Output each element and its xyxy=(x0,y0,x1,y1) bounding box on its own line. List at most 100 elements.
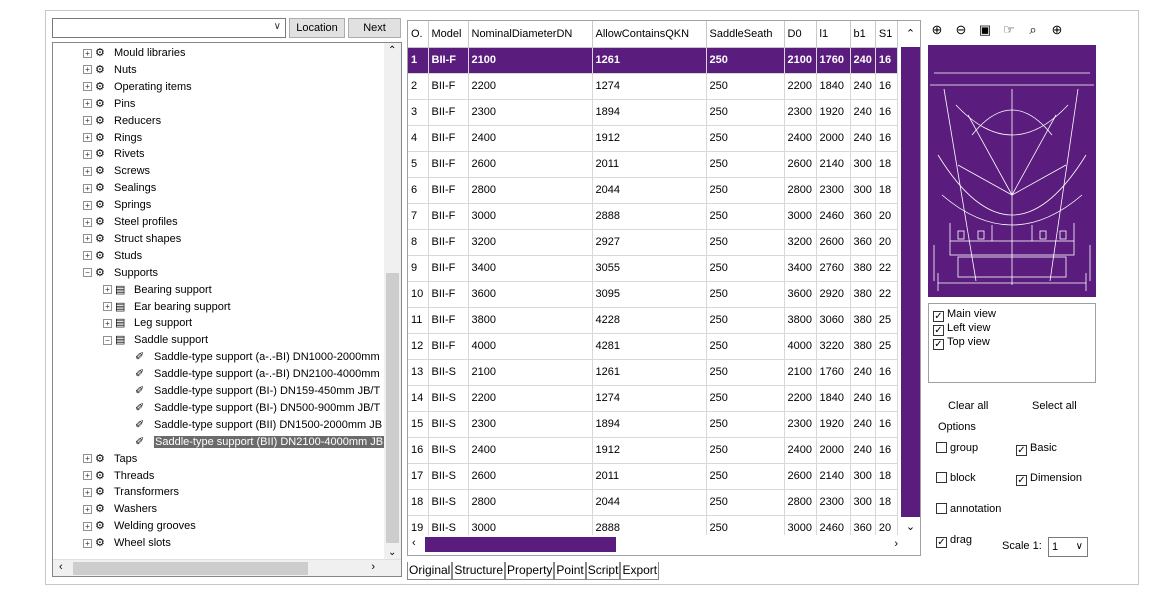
checkbox-icon[interactable]: ✓ xyxy=(933,311,944,322)
table-cell[interactable]: 2100 xyxy=(468,47,593,74)
table-cell[interactable]: 2 xyxy=(408,73,429,100)
table-cell[interactable]: 2011 xyxy=(592,463,707,490)
table-cell[interactable]: 11 xyxy=(408,307,429,334)
table-cell[interactable]: BII-F xyxy=(428,47,469,74)
chevron-down-icon[interactable]: ∨ xyxy=(1076,538,1083,556)
table-cell[interactable]: 20 xyxy=(875,229,898,256)
table-row[interactable]: 1 BII-F 2100 1261 250 2100 1760 240 16 xyxy=(408,47,898,74)
expand-icon[interactable]: + xyxy=(83,116,92,126)
table-cell[interactable]: 250 xyxy=(706,411,785,438)
table-cell[interactable]: 250 xyxy=(706,151,785,178)
scroll-up-icon[interactable]: ⌃ xyxy=(901,21,920,47)
table-cell[interactable]: 300 xyxy=(850,177,876,204)
table-cell[interactable]: 1274 xyxy=(592,385,707,412)
table-row[interactable]: 17 BII-S 2600 2011 250 2600 2140 300 18 xyxy=(408,463,898,490)
tree-item[interactable]: − ⚙ Supports xyxy=(83,265,158,281)
table-cell[interactable]: 3400 xyxy=(784,255,817,282)
table-cell[interactable]: 2927 xyxy=(592,229,707,256)
tree-item[interactable]: ✐ Saddle-type support (BII) DN1500-2000mm… xyxy=(123,417,382,433)
table-cell[interactable]: 2300 xyxy=(816,489,851,516)
table-row[interactable]: 13 BII-S 2100 1261 250 2100 1760 240 16 xyxy=(408,359,898,386)
table-cell[interactable]: 16 xyxy=(408,437,429,464)
expand-icon[interactable]: + xyxy=(83,487,92,497)
parameter-grid[interactable]: O. Model NominalDiameterDN AllowContainsQKN… xyxy=(407,20,921,556)
table-cell[interactable]: 16 xyxy=(875,99,898,126)
table-cell[interactable]: 250 xyxy=(706,125,785,152)
table-cell[interactable]: 250 xyxy=(706,307,785,334)
expand-icon[interactable]: + xyxy=(83,234,92,244)
tree-item[interactable]: + ⚙ Springs xyxy=(83,197,151,213)
tree-item[interactable]: + ⚙ Taps xyxy=(83,451,137,467)
table-cell[interactable]: 2800 xyxy=(468,489,593,516)
table-cell[interactable]: 240 xyxy=(850,47,876,74)
table-cell[interactable]: 2600 xyxy=(816,229,851,256)
table-cell[interactable]: 1261 xyxy=(592,359,707,386)
table-cell[interactable]: BII-S xyxy=(428,463,469,490)
table-cell[interactable]: 5 xyxy=(408,151,429,178)
table-cell[interactable]: 1840 xyxy=(816,385,851,412)
table-cell[interactable]: 3000 xyxy=(784,203,817,230)
scroll-down-icon[interactable]: ⌄ xyxy=(901,517,920,537)
table-cell[interactable]: 300 xyxy=(850,489,876,516)
table-row[interactable]: 2 BII-F 2200 1274 250 2200 1840 240 16 xyxy=(408,73,898,100)
library-tree[interactable]: + ⚙ Mould libraries + ⚙ Nuts + ⚙ Operating items… xyxy=(52,42,402,577)
table-cell[interactable]: 3800 xyxy=(784,307,817,334)
annotation-checkbox[interactable]: annotation xyxy=(936,503,1001,516)
table-cell[interactable]: 2044 xyxy=(592,489,707,516)
expand-icon[interactable]: + xyxy=(83,504,92,514)
table-cell[interactable]: 300 xyxy=(850,463,876,490)
table-cell[interactable]: 2888 xyxy=(592,203,707,230)
expand-icon[interactable]: + xyxy=(83,99,92,109)
table-cell[interactable]: 2400 xyxy=(468,437,593,464)
tree-item[interactable]: + ⚙ Steel profiles xyxy=(83,214,178,230)
table-cell[interactable]: 1760 xyxy=(816,47,851,74)
expand-icon[interactable]: + xyxy=(83,251,92,261)
tab-structure[interactable]: Structure xyxy=(452,562,506,580)
checkbox-icon[interactable]: ✓ xyxy=(1016,475,1027,486)
tree-item[interactable]: + ⚙ Mould libraries xyxy=(83,45,186,61)
table-cell[interactable]: 2200 xyxy=(468,385,593,412)
table-cell[interactable]: 6 xyxy=(408,177,429,204)
table-cell[interactable]: 380 xyxy=(850,307,876,334)
tree-horizontal-scrollbar[interactable]: ‹ › xyxy=(53,559,401,576)
table-cell[interactable]: 3200 xyxy=(468,229,593,256)
table-cell[interactable]: 250 xyxy=(706,73,785,100)
table-cell[interactable]: 10 xyxy=(408,281,429,308)
table-cell[interactable]: BII-S xyxy=(428,385,469,412)
table-cell[interactable]: 2300 xyxy=(468,411,593,438)
checkbox-icon[interactable]: ✓ xyxy=(936,537,947,548)
table-cell[interactable]: 2800 xyxy=(468,177,593,204)
table-cell[interactable]: 20 xyxy=(875,203,898,230)
table-cell[interactable]: 2400 xyxy=(468,125,593,152)
table-cell[interactable]: 3200 xyxy=(784,229,817,256)
table-row[interactable]: 10 BII-F 3600 3095 250 3600 2920 380 22 xyxy=(408,281,898,308)
tree-item[interactable]: + ⚙ Sealings xyxy=(83,180,156,196)
table-cell[interactable]: 2600 xyxy=(784,463,817,490)
table-row[interactable]: 15 BII-S 2300 1894 250 2300 1920 240 16 xyxy=(408,411,898,438)
table-row[interactable]: 11 BII-F 3800 4228 250 3800 3060 380 25 xyxy=(408,307,898,334)
table-cell[interactable]: 1274 xyxy=(592,73,707,100)
table-cell[interactable]: 12 xyxy=(408,333,429,360)
tree-item[interactable]: + ⚙ Nuts xyxy=(83,62,137,78)
column-header[interactable]: D0 xyxy=(784,21,817,48)
table-cell[interactable]: 8 xyxy=(408,229,429,256)
table-cell[interactable]: 22 xyxy=(875,281,898,308)
table-cell[interactable]: BII-F xyxy=(428,99,469,126)
table-cell[interactable]: 250 xyxy=(706,229,785,256)
dimension-checkbox[interactable]: ✓ Dimension xyxy=(1016,472,1082,486)
block-checkbox[interactable]: block xyxy=(936,472,976,485)
tree-item[interactable]: − ▤ Saddle support xyxy=(103,332,208,348)
column-header[interactable]: AllowContainsQKN xyxy=(592,21,707,48)
table-cell[interactable]: 3220 xyxy=(816,333,851,360)
table-cell[interactable]: 1261 xyxy=(592,47,707,74)
view-checkbox[interactable]: ✓ Top view xyxy=(933,336,990,350)
table-cell[interactable]: 3400 xyxy=(468,255,593,282)
table-cell[interactable]: 16 xyxy=(875,359,898,386)
tree-item[interactable]: + ⚙ Screws xyxy=(83,163,150,179)
table-cell[interactable]: 1912 xyxy=(592,437,707,464)
expand-icon[interactable]: + xyxy=(83,200,92,210)
table-cell[interactable]: 17 xyxy=(408,463,429,490)
table-cell[interactable]: 250 xyxy=(706,177,785,204)
table-cell[interactable]: 1840 xyxy=(816,73,851,100)
table-cell[interactable]: 4 xyxy=(408,125,429,152)
